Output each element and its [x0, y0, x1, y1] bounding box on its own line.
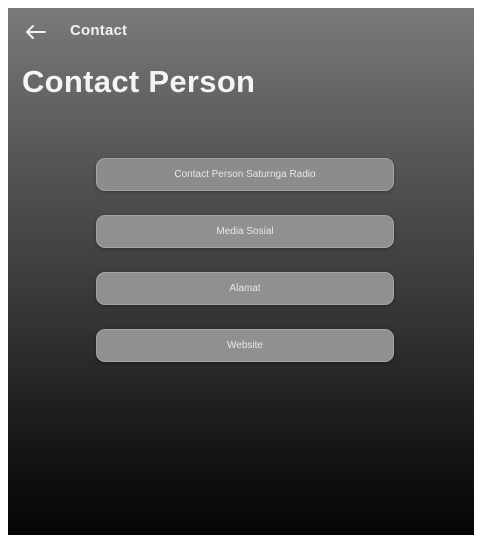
app-bar: Contact	[8, 8, 474, 54]
contact-person-button[interactable]: Contact Person Saturnga Radio	[96, 158, 394, 191]
app-screen: Contact Contact Person Contact Person Sa…	[8, 8, 474, 535]
back-button[interactable]	[20, 20, 50, 44]
website-button[interactable]: Website	[96, 329, 394, 362]
contact-menu: Contact Person Saturnga Radio Media Sosi…	[96, 158, 394, 386]
address-button[interactable]: Alamat	[96, 272, 394, 305]
social-media-button[interactable]: Media Sosial	[96, 215, 394, 248]
screenshot-frame: Contact Contact Person Contact Person Sa…	[0, 0, 478, 535]
arrow-left-icon	[26, 25, 46, 39]
page-title: Contact Person	[22, 64, 256, 99]
app-bar-title: Contact	[70, 22, 128, 39]
